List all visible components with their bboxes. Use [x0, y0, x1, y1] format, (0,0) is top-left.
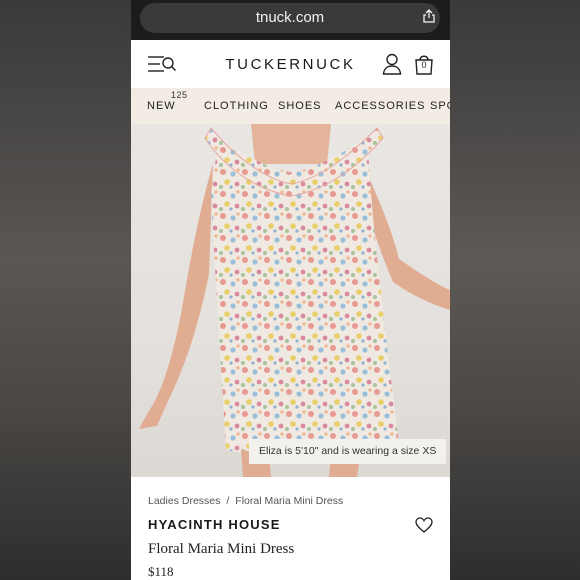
nav-item-sport[interactable]: SPO — [430, 100, 450, 112]
product-image[interactable]: Eliza is 5'10" and is wearing a size XS — [131, 124, 450, 477]
site-logo[interactable]: TUCKERNUCK — [131, 56, 450, 73]
url-text: tnuck.com — [255, 9, 325, 26]
product-price: $118 — [148, 564, 174, 579]
nav-item-clothing[interactable]: CLOTHING — [204, 100, 269, 112]
background-blur-left — [0, 0, 131, 580]
address-bar[interactable]: tnuck.com — [140, 3, 440, 33]
breadcrumb-separator: / — [226, 495, 230, 507]
browser-bar: tnuck.com — [131, 0, 450, 40]
account-icon[interactable] — [382, 53, 402, 75]
product-brand[interactable]: HYACINTH HOUSE — [148, 517, 281, 532]
bag-count: 0 — [421, 60, 427, 70]
background-blur-right — [450, 0, 580, 580]
wishlist-heart-icon[interactable] — [415, 517, 433, 533]
model-photo-illustration — [139, 124, 450, 477]
model-size-caption: Eliza is 5'10" and is wearing a size XS — [249, 439, 447, 464]
product-name: Floral Maria Mini Dress — [148, 541, 295, 557]
site-header: TUCKERNUCK 0 — [131, 40, 450, 88]
breadcrumb: Ladies Dresses / Floral Maria Mini Dress — [148, 495, 343, 507]
nav-item-new[interactable]: NEW — [147, 100, 176, 112]
phone-screen: tnuck.com TUCKERNUCK 0 NEW 125 CLOTHING … — [131, 0, 450, 580]
category-nav: NEW 125 CLOTHING SHOES ACCESSORIES SPO — [131, 88, 450, 124]
breadcrumb-ladies-dresses[interactable]: Ladies Dresses — [148, 495, 220, 507]
nav-item-accessories[interactable]: ACCESSORIES — [335, 100, 425, 112]
share-icon[interactable] — [422, 9, 436, 23]
breadcrumb-current[interactable]: Floral Maria Mini Dress — [235, 495, 343, 507]
nav-item-shoes[interactable]: SHOES — [278, 100, 322, 112]
nav-new-count-badge: 125 — [171, 90, 188, 100]
